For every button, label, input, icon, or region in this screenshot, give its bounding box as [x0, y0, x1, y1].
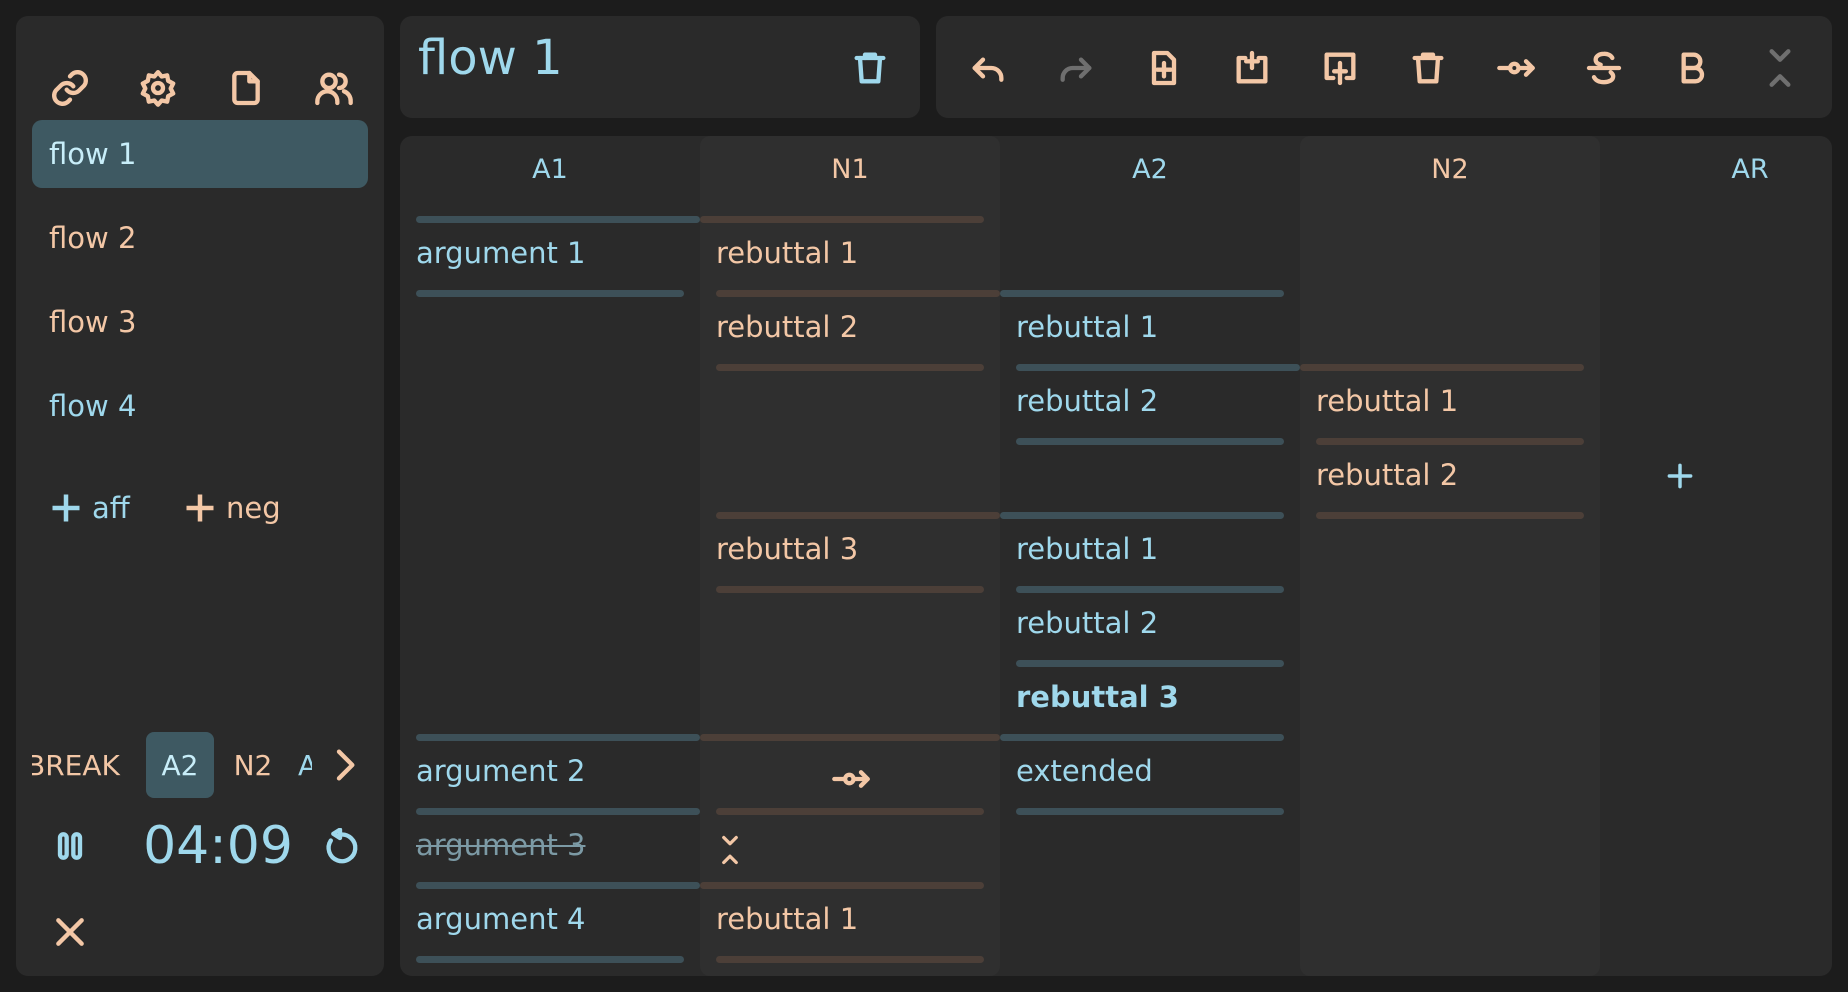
plus-icon: [52, 494, 80, 522]
add-child-icon[interactable]: [1312, 42, 1368, 94]
cell-n2-rebuttal-2[interactable]: rebuttal 2: [1316, 458, 1458, 492]
group-divider: [1000, 512, 1284, 519]
cell-a2-rebuttal-1[interactable]: rebuttal 1: [1016, 310, 1158, 344]
cell-underline: [716, 808, 984, 815]
group-divider: [416, 734, 700, 741]
cell-underline: [1016, 660, 1284, 667]
flow-item-2[interactable]: flow 2: [32, 204, 368, 272]
chevron-right-icon[interactable]: [322, 740, 366, 790]
cell-a1-argument-1[interactable]: argument 1: [416, 236, 585, 270]
speech-break[interactable]: BREAK: [32, 732, 120, 798]
group-divider: [416, 882, 700, 889]
delete-icon[interactable]: [1400, 42, 1456, 94]
group-divider: [1000, 734, 1284, 741]
flow-item-3[interactable]: flow 3: [32, 288, 368, 356]
timer-display: 04:09: [143, 816, 293, 876]
cell-a2-rebuttal-2-b[interactable]: rebuttal 2: [1016, 606, 1158, 640]
cell-underline: [416, 808, 700, 815]
cell-n1-rebuttal-3[interactable]: rebuttal 3: [716, 532, 858, 566]
cell-underline: [416, 956, 684, 963]
column-header-n2: N2: [1431, 154, 1469, 185]
toolbar: [936, 16, 1832, 118]
cell-n1-rebuttal-1-b[interactable]: rebuttal 1: [716, 902, 858, 936]
cell-a1-argument-3[interactable]: argument 3: [416, 828, 585, 862]
flow-grid: A1 N1 A2 N2 AR argument 1 rebuttal 1 reb…: [400, 136, 1832, 976]
column-n2-bg: [1300, 136, 1600, 976]
close-icon[interactable]: [42, 904, 98, 960]
flow-item-4[interactable]: flow 4: [32, 372, 368, 440]
cell-underline: [1016, 438, 1284, 445]
add-parent-icon[interactable]: [1224, 42, 1280, 94]
flow-title[interactable]: flow 1: [418, 30, 563, 86]
flow-item-1[interactable]: flow 1: [32, 120, 368, 188]
sidebar: flow 1 flow 2 flow 3 flow 4 aff neg BREA…: [16, 16, 384, 976]
pause-icon[interactable]: [42, 816, 98, 876]
reset-timer-icon[interactable]: [312, 820, 368, 876]
cell-underline: [1016, 808, 1284, 815]
add-neg-flow-button[interactable]: neg: [182, 482, 281, 534]
strikethrough-icon[interactable]: [1576, 42, 1632, 94]
speech-a2[interactable]: A2: [146, 732, 214, 798]
group-divider: [716, 290, 1000, 297]
delete-flow-icon[interactable]: [844, 42, 896, 94]
cell-a2-rebuttal-1-b[interactable]: rebuttal 1: [1016, 532, 1158, 566]
add-column-plus-icon[interactable]: [1656, 452, 1704, 500]
column-header-a1: A1: [532, 154, 568, 185]
column-header-ar: AR: [1731, 154, 1769, 185]
link-icon[interactable]: [42, 60, 98, 116]
add-box-icon[interactable]: [1136, 42, 1192, 94]
cell-n2-rebuttal-1[interactable]: rebuttal 1: [1316, 384, 1458, 418]
collapse-icon[interactable]: [708, 822, 752, 878]
cell-a1-argument-2[interactable]: argument 2: [416, 754, 585, 788]
extend-arrow-icon[interactable]: [826, 754, 876, 804]
cell-n1-rebuttal-1[interactable]: rebuttal 1: [716, 236, 858, 270]
cell-a1-argument-4[interactable]: argument 4: [416, 902, 585, 936]
group-divider: [700, 216, 984, 223]
cell-underline: [1016, 586, 1284, 593]
cell-underline: [716, 586, 984, 593]
cell-n1-rebuttal-2[interactable]: rebuttal 2: [716, 310, 858, 344]
cell-underline: [1316, 512, 1584, 519]
speech-selector: BREAK A2 N2 AR: [32, 728, 368, 798]
group-divider: [700, 734, 1000, 741]
users-icon[interactable]: [306, 60, 362, 116]
speech-ar[interactable]: AR: [298, 732, 312, 798]
add-aff-flow-button[interactable]: aff: [48, 482, 130, 534]
redo-icon[interactable]: [1048, 42, 1104, 94]
undo-icon[interactable]: [960, 42, 1016, 94]
document-icon[interactable]: [218, 60, 274, 116]
cell-a2-rebuttal-2[interactable]: rebuttal 2: [1016, 384, 1158, 418]
cell-underline: [716, 364, 984, 371]
cell-underline: [416, 290, 684, 297]
cell-underline: [716, 956, 984, 963]
group-divider: [716, 512, 1000, 519]
bold-icon[interactable]: [1664, 42, 1720, 94]
group-divider: [1300, 364, 1584, 371]
speech-n2[interactable]: N2: [228, 732, 278, 798]
plus-icon: [186, 494, 214, 522]
column-header-n1: N1: [831, 154, 869, 185]
collapse-icon[interactable]: [1752, 42, 1808, 94]
cell-underline: [1316, 438, 1584, 445]
extend-arrow-icon[interactable]: [1488, 42, 1544, 94]
group-divider: [1000, 290, 1284, 297]
gear-icon[interactable]: [130, 60, 186, 116]
group-divider: [1016, 364, 1300, 371]
column-header-a2: A2: [1132, 154, 1168, 185]
group-divider: [416, 216, 700, 223]
group-divider: [700, 882, 984, 889]
flow-title-bar: flow 1: [400, 16, 920, 118]
cell-a2-rebuttal-3[interactable]: rebuttal 3: [1016, 680, 1179, 714]
cell-a2-extended[interactable]: extended: [1016, 754, 1153, 788]
